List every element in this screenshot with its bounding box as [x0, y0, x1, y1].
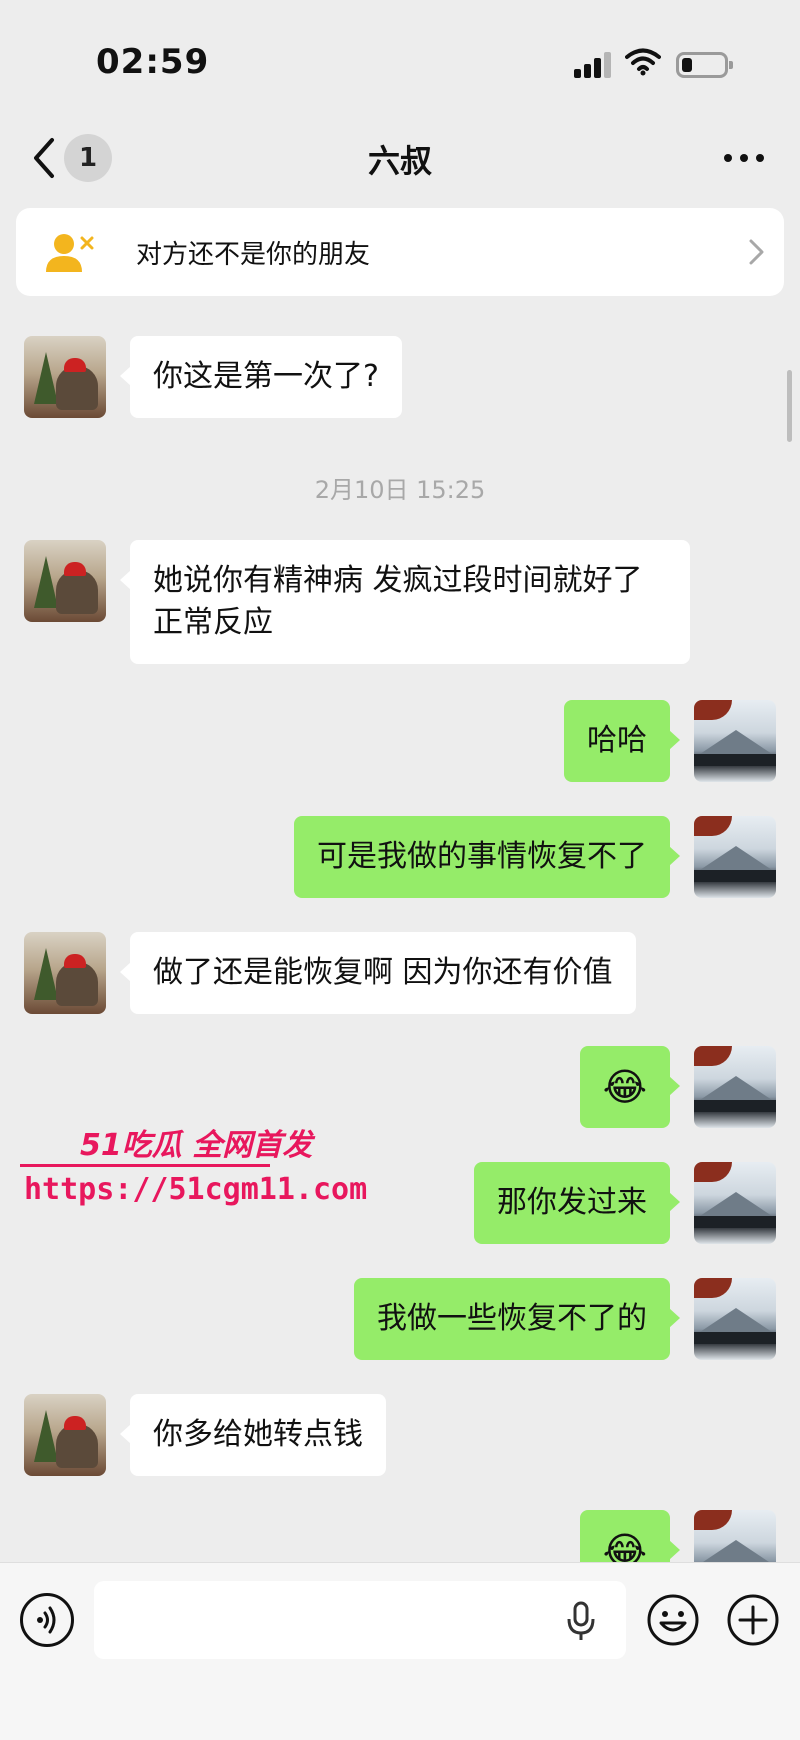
notice-text: 对方还不是你的朋友 [136, 240, 371, 270]
message-bubble-outgoing[interactable]: 那你发过来 [474, 1162, 680, 1244]
message-bubble-outgoing-emoji[interactable]: 😂 [579, 1510, 681, 1562]
message-text-input[interactable] [94, 1581, 626, 1659]
chat-header: 1 六叔 [0, 120, 800, 200]
watermark-rule [20, 1164, 270, 1167]
more-options-button[interactable] [724, 150, 764, 166]
emoji-button[interactable] [646, 1593, 700, 1647]
message-bubble-incoming[interactable]: 你多给她转点钱 [120, 1394, 386, 1476]
unread-count-badge[interactable]: 1 [64, 134, 112, 182]
chat-title: 六叔 [367, 142, 432, 180]
watermark: 51吃瓜 全网首发 https://51cgm11.com [20, 1120, 367, 1210]
message-list[interactable]: 你这是第一次了? 2月10日 15:25 她说你有精神病 发疯过段时间就好了 正… [0, 300, 800, 1562]
battery-icon [676, 52, 733, 78]
cellular-signal-icon [574, 52, 614, 78]
not-friend-notice[interactable]: 对方还不是你的朋友 [16, 208, 784, 296]
add-friend-icon [46, 234, 94, 272]
self-avatar[interactable] [694, 1162, 776, 1244]
contact-avatar[interactable] [24, 540, 106, 622]
chevron-right-icon [749, 239, 764, 265]
message-bubble-incoming[interactable]: 她说你有精神病 发疯过段时间就好了 正常反应 [120, 540, 690, 664]
chat-scrollbar[interactable] [787, 370, 792, 442]
message-bubble-incoming[interactable]: 做了还是能恢复啊 因为你还有价值 [120, 932, 636, 1014]
self-avatar[interactable] [694, 1278, 776, 1360]
microphone-icon[interactable] [566, 1601, 596, 1641]
contact-avatar[interactable] [24, 932, 106, 1014]
message-bubble-outgoing[interactable]: 可是我做的事情恢复不了 [294, 816, 680, 898]
status-time: 02:59 [96, 42, 210, 82]
self-avatar[interactable] [694, 1046, 776, 1128]
status-bar: 02:59 [0, 0, 800, 120]
message-bubble-outgoing[interactable]: 哈哈 [564, 700, 680, 782]
contact-avatar[interactable] [24, 336, 106, 418]
self-avatar[interactable] [694, 700, 776, 782]
contact-avatar[interactable] [24, 1394, 106, 1476]
add-attachment-button[interactable] [726, 1593, 780, 1647]
message-input-bar [0, 1562, 800, 1740]
watermark-title: 51吃瓜 全网首发 [80, 1128, 313, 1163]
self-avatar[interactable] [694, 816, 776, 898]
voice-wave-icon [37, 1606, 56, 1634]
message-timestamp: 2月10日 15:25 [314, 476, 486, 504]
wifi-icon [625, 48, 661, 76]
message-bubble-incoming[interactable]: 你这是第一次了? [120, 336, 402, 418]
watermark-url: https://51cgm11.com [24, 1172, 368, 1207]
self-avatar[interactable] [694, 1510, 776, 1562]
voice-toggle-button[interactable] [20, 1593, 74, 1647]
message-bubble-outgoing[interactable]: 我做一些恢复不了的 [354, 1278, 680, 1360]
back-button[interactable] [28, 136, 60, 180]
message-bubble-outgoing-emoji[interactable]: 😂 [579, 1046, 681, 1128]
